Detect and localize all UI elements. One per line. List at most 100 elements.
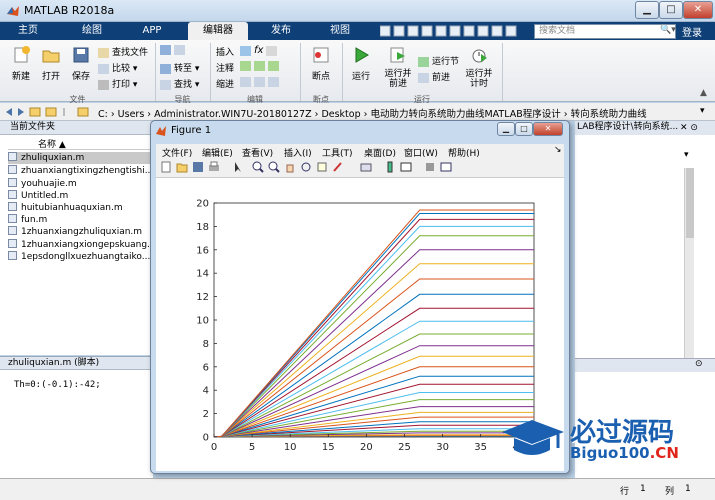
figure-close-button[interactable]: ✕ (533, 122, 563, 136)
name-column-header[interactable]: 名称 ▲ (8, 137, 153, 150)
print-figure-icon[interactable] (208, 161, 220, 173)
figure-maximize-button[interactable]: □ (515, 122, 533, 136)
find-button[interactable]: 查找 ▾ (160, 77, 199, 90)
quick-access-toolbar[interactable] (380, 25, 530, 38)
save-figure-icon[interactable] (192, 161, 204, 173)
file-item[interactable]: 1zhuanxiangxiongepskuang... (8, 239, 153, 251)
m-file-icon (8, 214, 17, 223)
tab-editor[interactable]: 编辑器 (188, 22, 248, 40)
m-file-icon (8, 251, 17, 260)
run-and-time-button[interactable]: 运行并 计时 (462, 46, 496, 89)
vertical-scrollbar[interactable] (684, 168, 694, 358)
run-button[interactable]: 运行 (346, 46, 376, 82)
new-icon (14, 46, 30, 63)
print-button[interactable]: 打印 ▾ (98, 77, 137, 90)
login-link[interactable]: 登录 (682, 24, 702, 39)
run-and-advance-button[interactable]: 运行并 前进 (380, 46, 416, 89)
col-value: 1 (685, 484, 691, 494)
minimize-button[interactable]: ▁ (635, 1, 659, 19)
file-item[interactable]: 1epsdongllxuezhuangtaiko... (8, 251, 153, 263)
nav-icons[interactable] (4, 106, 94, 118)
scrollbar-thumb[interactable] (686, 168, 694, 238)
breakpoints-icon (313, 47, 329, 63)
tab-plots[interactable]: 绘图 (70, 22, 114, 40)
hide-plot-tools-icon[interactable] (424, 161, 436, 173)
tab-view[interactable]: 视图 (315, 22, 365, 40)
command-window-options-icon[interactable]: ⊙ (695, 359, 703, 369)
m-file-icon (8, 226, 17, 235)
show-plot-tools-icon[interactable] (440, 161, 452, 173)
breakpoints-button[interactable]: 断点 (306, 46, 336, 82)
tab-publish[interactable]: 发布 (254, 22, 308, 40)
zoom-in-icon[interactable] (252, 161, 264, 173)
file-name: 1zhuanxiangxiongepskuang... (21, 240, 153, 250)
matlab-logo-icon (7, 6, 19, 16)
save-button[interactable]: 保存 (66, 46, 96, 82)
current-folder-header: 当前文件夹 (0, 121, 153, 135)
file-item[interactable]: fun.m (8, 214, 153, 226)
advance-button[interactable]: 前进 (418, 70, 450, 83)
new-button[interactable]: 新建 (6, 46, 36, 82)
open-file-icon[interactable] (176, 161, 188, 173)
insert-legend-icon[interactable] (400, 161, 412, 173)
name-column-label: 名称 ▲ (38, 140, 66, 150)
editor-close-icon[interactable]: ✕ ⊙ (680, 123, 698, 133)
new-figure-icon[interactable] (160, 161, 172, 173)
menu-dock-icon[interactable]: ↘ (554, 145, 562, 155)
run-section-button[interactable]: 运行节 (418, 54, 459, 67)
status-bar: 行 1 列 1 (0, 478, 715, 500)
advance-label: 前进 (432, 73, 451, 83)
file-item[interactable]: zhuanxiangtixingzhengtishi... (8, 165, 153, 177)
x-tick-label: 35 (474, 442, 487, 453)
insert-button[interactable]: 插入 (216, 45, 234, 58)
details-code: Th=0:(-0.1):-42; (14, 380, 101, 390)
maximize-button[interactable]: □ (659, 1, 683, 19)
x-tick-label: 15 (322, 442, 335, 453)
open-button[interactable]: 打开 (36, 46, 66, 82)
file-item[interactable]: zhuliquxian.m (8, 152, 153, 164)
insert-dropdown-icon (266, 45, 278, 56)
open-folder-icon (42, 50, 60, 63)
figure-minimize-button[interactable]: ▁ (497, 122, 515, 136)
path-dropdown-icon[interactable]: ▾ (700, 106, 705, 116)
insert-icons[interactable]: fx (240, 45, 280, 56)
comment-icons[interactable] (240, 61, 282, 72)
file-name: Untitled.m (21, 191, 69, 201)
collapse-ribbon-icon[interactable]: ▲ (700, 88, 707, 98)
print-label: 打印 (112, 80, 131, 90)
goto-button[interactable]: 转至 ▾ (160, 61, 199, 74)
goto-icon (160, 63, 171, 74)
row-label: 行 (620, 487, 630, 497)
link-plot-icon[interactable] (360, 161, 372, 173)
run-label: 运行 (351, 72, 370, 82)
back-forward-buttons[interactable] (160, 45, 188, 56)
search-icon[interactable]: 🔍▾ (660, 25, 676, 35)
select-arrow-icon[interactable] (232, 161, 244, 173)
close-button[interactable]: ✕ (683, 1, 713, 19)
brush-icon[interactable] (332, 161, 344, 173)
pan-hand-icon[interactable] (284, 161, 296, 173)
zoom-out-icon[interactable] (268, 161, 280, 173)
search-documentation-input[interactable]: 搜索文档 (534, 24, 676, 39)
file-item[interactable]: huitubianhuaquxian.m (8, 202, 153, 214)
rotate-3d-icon[interactable] (300, 161, 312, 173)
file-item[interactable]: youhuajie.m (8, 178, 153, 190)
file-name: zhuliquxian.m (21, 153, 85, 163)
find-icon (160, 79, 171, 90)
editor-options-icon[interactable]: ▾ (684, 150, 689, 160)
run-advance-label: 运行并 前进 (384, 69, 412, 89)
run-time-icon (472, 49, 487, 63)
indent-button[interactable]: 缩进 (216, 77, 234, 90)
file-item[interactable]: 1zhuanxiangzhuliquxian.m (8, 226, 153, 238)
comment-button[interactable]: 注释 (216, 61, 234, 74)
data-cursor-icon[interactable] (316, 161, 328, 173)
find-files-button[interactable]: 查找文件 (98, 45, 148, 58)
goto-label: 转至 (174, 64, 193, 74)
insert-colorbar-icon[interactable] (384, 161, 396, 173)
tab-home[interactable]: 主页 (6, 22, 50, 40)
indent-icons[interactable] (240, 77, 282, 88)
tab-apps[interactable]: APP (130, 22, 174, 40)
current-path[interactable]: C: › Users › Administrator.WIN7U-2018012… (98, 106, 647, 120)
file-item[interactable]: Untitled.m (8, 190, 153, 202)
compare-button[interactable]: 比较 ▾ (98, 61, 137, 74)
